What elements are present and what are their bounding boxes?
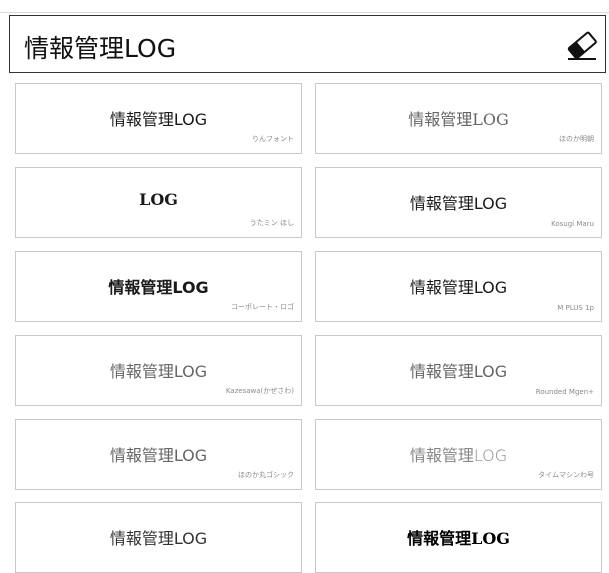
font-sample-text: LOG — [139, 190, 178, 209]
font-sample-text: 情報管理LOG — [409, 446, 508, 465]
font-name-label: うたミン ほし — [249, 219, 294, 227]
font-name-label: Kosugi Maru — [551, 220, 594, 228]
font-card[interactable]: 情報管理LOG Kosugi Maru — [315, 167, 602, 238]
font-name-label: ほのか丸ゴシック — [238, 471, 294, 479]
font-sample-text: 情報管理LOG — [109, 446, 208, 465]
font-card[interactable]: 情報管理LOG ほのか明朝 — [315, 83, 602, 154]
font-card[interactable]: 情報管理LOG コーポレート・ロゴ — [15, 251, 302, 322]
font-card[interactable]: 情報管理LOG りんフォント — [15, 83, 302, 154]
text-input-value[interactable]: 情報管理LOG — [24, 29, 176, 65]
font-card[interactable]: LOG うたミン ほし — [15, 167, 302, 238]
font-sample-text: 情報管理LOG — [408, 110, 509, 129]
font-name-label: ほのか明朝 — [559, 135, 594, 143]
font-sample-text: 情報管理LOG — [409, 194, 508, 213]
font-card[interactable]: 情報管理LOG タイムマシンわ号 — [315, 419, 602, 490]
font-name-label: M PLUS 1p — [557, 304, 594, 312]
font-sample-text: 情報管理LOG — [407, 529, 510, 548]
font-sample-text: 情報管理LOG — [109, 529, 208, 548]
font-card[interactable]: 情報管理LOG Kazesawa(かぜさわ) — [15, 335, 302, 406]
font-name-label: Kazesawa(かぜさわ) — [225, 387, 294, 395]
font-sample-text: 情報管理LOG — [409, 362, 508, 381]
font-sample-text: 情報管理LOG — [108, 278, 209, 297]
font-name-label: Rounded Mgen+ — [535, 388, 594, 396]
font-sample-text: 情報管理LOG — [109, 110, 208, 129]
font-card[interactable]: 情報管理LOG M PLUS 1p — [315, 251, 602, 322]
font-card[interactable]: 情報管理LOG — [15, 502, 302, 573]
font-name-label: タイムマシンわ号 — [538, 471, 594, 479]
font-name-label: コーポレート・ロゴ — [231, 303, 294, 311]
font-card[interactable]: 情報管理LOG — [315, 502, 602, 573]
font-card[interactable]: 情報管理LOG ほのか丸ゴシック — [15, 419, 302, 490]
font-sample-text: 情報管理LOG — [409, 278, 508, 297]
eraser-icon[interactable] — [565, 28, 599, 62]
top-divider — [0, 12, 609, 13]
font-sample-text: 情報管理LOG — [109, 362, 208, 381]
text-input-field[interactable]: 情報管理LOG — [9, 15, 606, 73]
font-card[interactable]: 情報管理LOG Rounded Mgen+ — [315, 335, 602, 406]
font-name-label: りんフォント — [252, 135, 294, 143]
